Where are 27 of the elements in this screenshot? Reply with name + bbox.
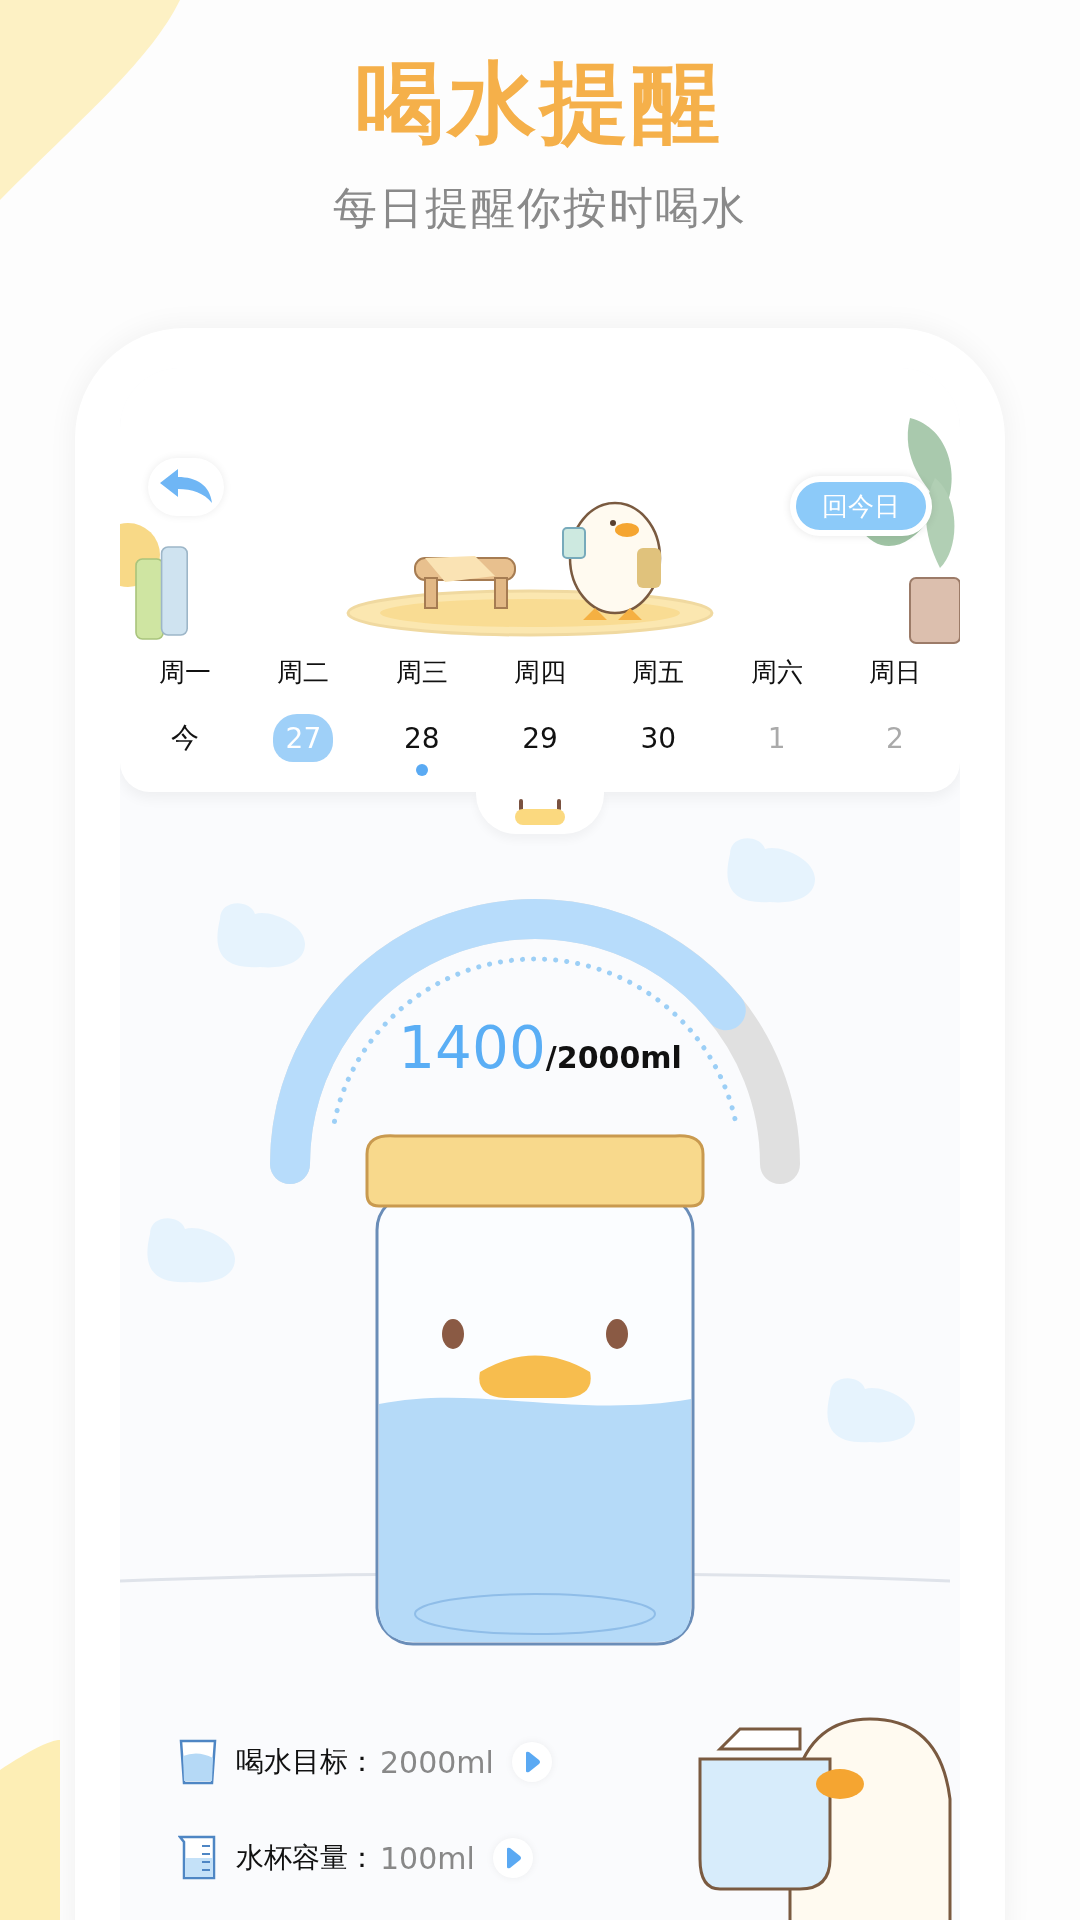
measuring-cup-icon: [178, 1834, 218, 1882]
right-triangle-icon: [504, 1847, 521, 1869]
play-arrow-button[interactable]: [511, 1742, 552, 1782]
intake-goal: /2000ml: [545, 1040, 682, 1075]
record-dot: [415, 764, 428, 776]
weekday-label: 周一: [159, 656, 212, 689]
intake-amount: 1400: [398, 1014, 546, 1082]
water-glass-icon: [178, 1738, 218, 1786]
setting-value: 100ml: [380, 1840, 475, 1876]
headline-subtitle: 每日提醒你按时喝水: [333, 181, 747, 235]
calendar-date[interactable]: 30: [628, 714, 689, 762]
duck-beak-icon: [515, 797, 565, 827]
calendar-date[interactable]: 今: [155, 714, 216, 762]
calendar-date[interactable]: 28: [391, 714, 452, 762]
weekday-label: 周三: [395, 656, 448, 689]
weekday-label: 周六: [750, 656, 803, 689]
weekday-label: 周二: [277, 656, 330, 689]
calendar-date[interactable]: 29: [510, 714, 570, 762]
play-arrow-button[interactable]: [492, 1838, 533, 1878]
setting-label: 水杯容量：: [236, 1840, 376, 1876]
headline-title: 喝水提醒: [356, 50, 724, 156]
weekday-label: 周日: [868, 656, 921, 689]
right-triangle-icon: [523, 1751, 540, 1773]
weekday-label: 周五: [632, 656, 685, 689]
setting-label: 喝水目标：: [236, 1744, 376, 1780]
weekday-label: 周四: [514, 656, 566, 689]
setting-value: 2000ml: [380, 1744, 494, 1780]
